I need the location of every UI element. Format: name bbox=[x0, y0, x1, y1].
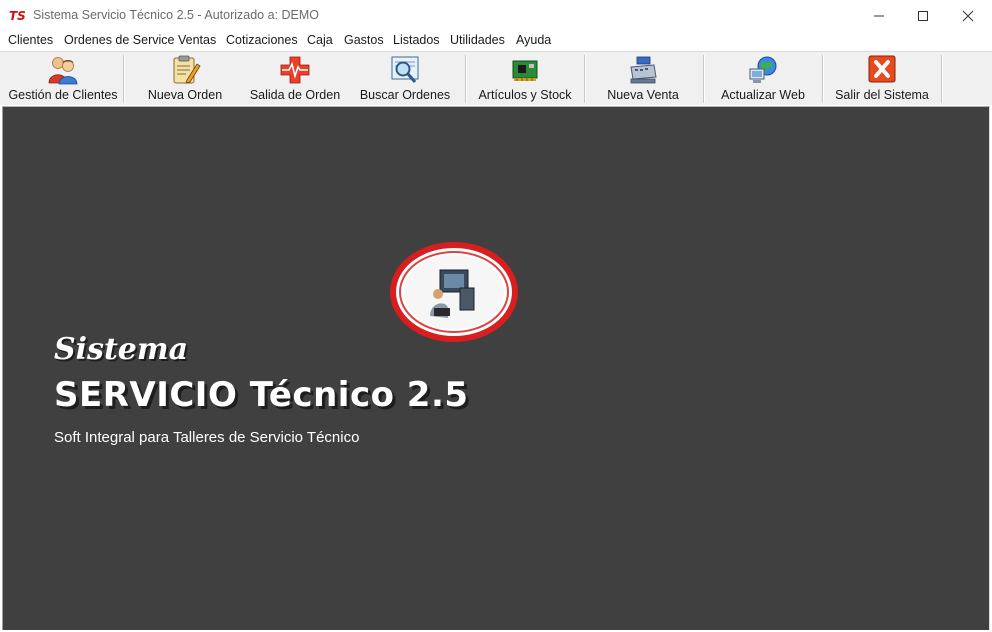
articulos-stock-label: Artículos y Stock bbox=[478, 88, 572, 102]
splash-sistema-heading: Sistema bbox=[54, 332, 189, 367]
close-icon bbox=[962, 10, 974, 22]
nueva-venta-button[interactable]: Nueva Venta bbox=[586, 52, 700, 105]
title-bar: TS Sistema Servicio Técnico 2.5 - Autori… bbox=[0, 0, 992, 31]
actualizar-web-button[interactable]: Actualizar Web bbox=[705, 52, 821, 105]
nueva-venta-label: Nueva Venta bbox=[607, 88, 679, 102]
buscar-ordenes-button[interactable]: Buscar Ordenes bbox=[346, 52, 464, 105]
menu-caja[interactable]: Caja bbox=[307, 33, 333, 47]
splash-subtitle: Soft Integral para Talleres de Servicio … bbox=[54, 429, 360, 446]
close-button[interactable] bbox=[945, 0, 991, 31]
menu-listados[interactable]: Listados bbox=[393, 33, 440, 47]
cash-register-icon bbox=[630, 56, 657, 84]
menu-cotizaciones[interactable]: Cotizaciones bbox=[226, 33, 298, 47]
toolbar: Gestión de Clientes Nueva Orden Salida d… bbox=[0, 51, 992, 105]
menu-ayuda[interactable]: Ayuda bbox=[516, 33, 551, 47]
exit-x-icon bbox=[868, 55, 896, 83]
menu-bar: Clientes Ordenes de Service Ventas Cotiz… bbox=[0, 31, 992, 51]
workspace-area: Sistema SERVICIO Técnico 2.5 Soft Integr… bbox=[2, 106, 990, 630]
salida-orden-button[interactable]: Salida de Orden bbox=[236, 52, 354, 105]
buscar-ordenes-label: Buscar Ordenes bbox=[359, 88, 451, 102]
toolbar-separator bbox=[123, 55, 125, 103]
salir-sistema-label: Salir del Sistema bbox=[835, 88, 929, 102]
articulos-stock-button[interactable]: Artículos y Stock bbox=[467, 52, 583, 105]
maximize-button[interactable] bbox=[900, 0, 946, 31]
toolbar-separator bbox=[941, 55, 943, 103]
gestion-clientes-label: Gestión de Clientes bbox=[8, 88, 118, 102]
minimize-button[interactable] bbox=[856, 0, 902, 31]
app-logo-icon: TS bbox=[9, 9, 25, 22]
users-icon bbox=[48, 57, 78, 85]
svg-text:TS: TS bbox=[9, 9, 25, 22]
magnifier-document-icon bbox=[391, 56, 419, 83]
nueva-orden-button[interactable]: Nueva Orden bbox=[126, 52, 244, 105]
menu-utilidades[interactable]: Utilidades bbox=[450, 33, 505, 47]
splash-product-title: SERVICIO Técnico 2.5 bbox=[54, 375, 469, 415]
menu-gastos[interactable]: Gastos bbox=[344, 33, 384, 47]
menu-ventas[interactable]: Ventas bbox=[178, 33, 216, 47]
salir-sistema-button[interactable]: Salir del Sistema bbox=[824, 52, 940, 105]
menu-clientes[interactable]: Clientes bbox=[8, 33, 53, 47]
clipboard-pencil-icon bbox=[173, 55, 201, 84]
window-title: Sistema Servicio Técnico 2.5 - Autorizad… bbox=[33, 8, 319, 22]
heartbeat-cross-icon bbox=[280, 56, 310, 84]
nueva-orden-label: Nueva Orden bbox=[147, 88, 223, 102]
technician-logo-icon bbox=[390, 242, 518, 342]
salida-orden-label: Salida de Orden bbox=[249, 88, 341, 102]
menu-ordenes-de-service[interactable]: Ordenes de Service bbox=[64, 33, 174, 47]
minimize-icon bbox=[874, 15, 884, 17]
globe-computer-icon bbox=[749, 56, 777, 83]
gestion-clientes-button[interactable]: Gestión de Clientes bbox=[4, 52, 122, 105]
actualizar-web-label: Actualizar Web bbox=[721, 88, 805, 102]
circuit-board-icon bbox=[512, 60, 538, 81]
maximize-icon bbox=[918, 11, 928, 21]
